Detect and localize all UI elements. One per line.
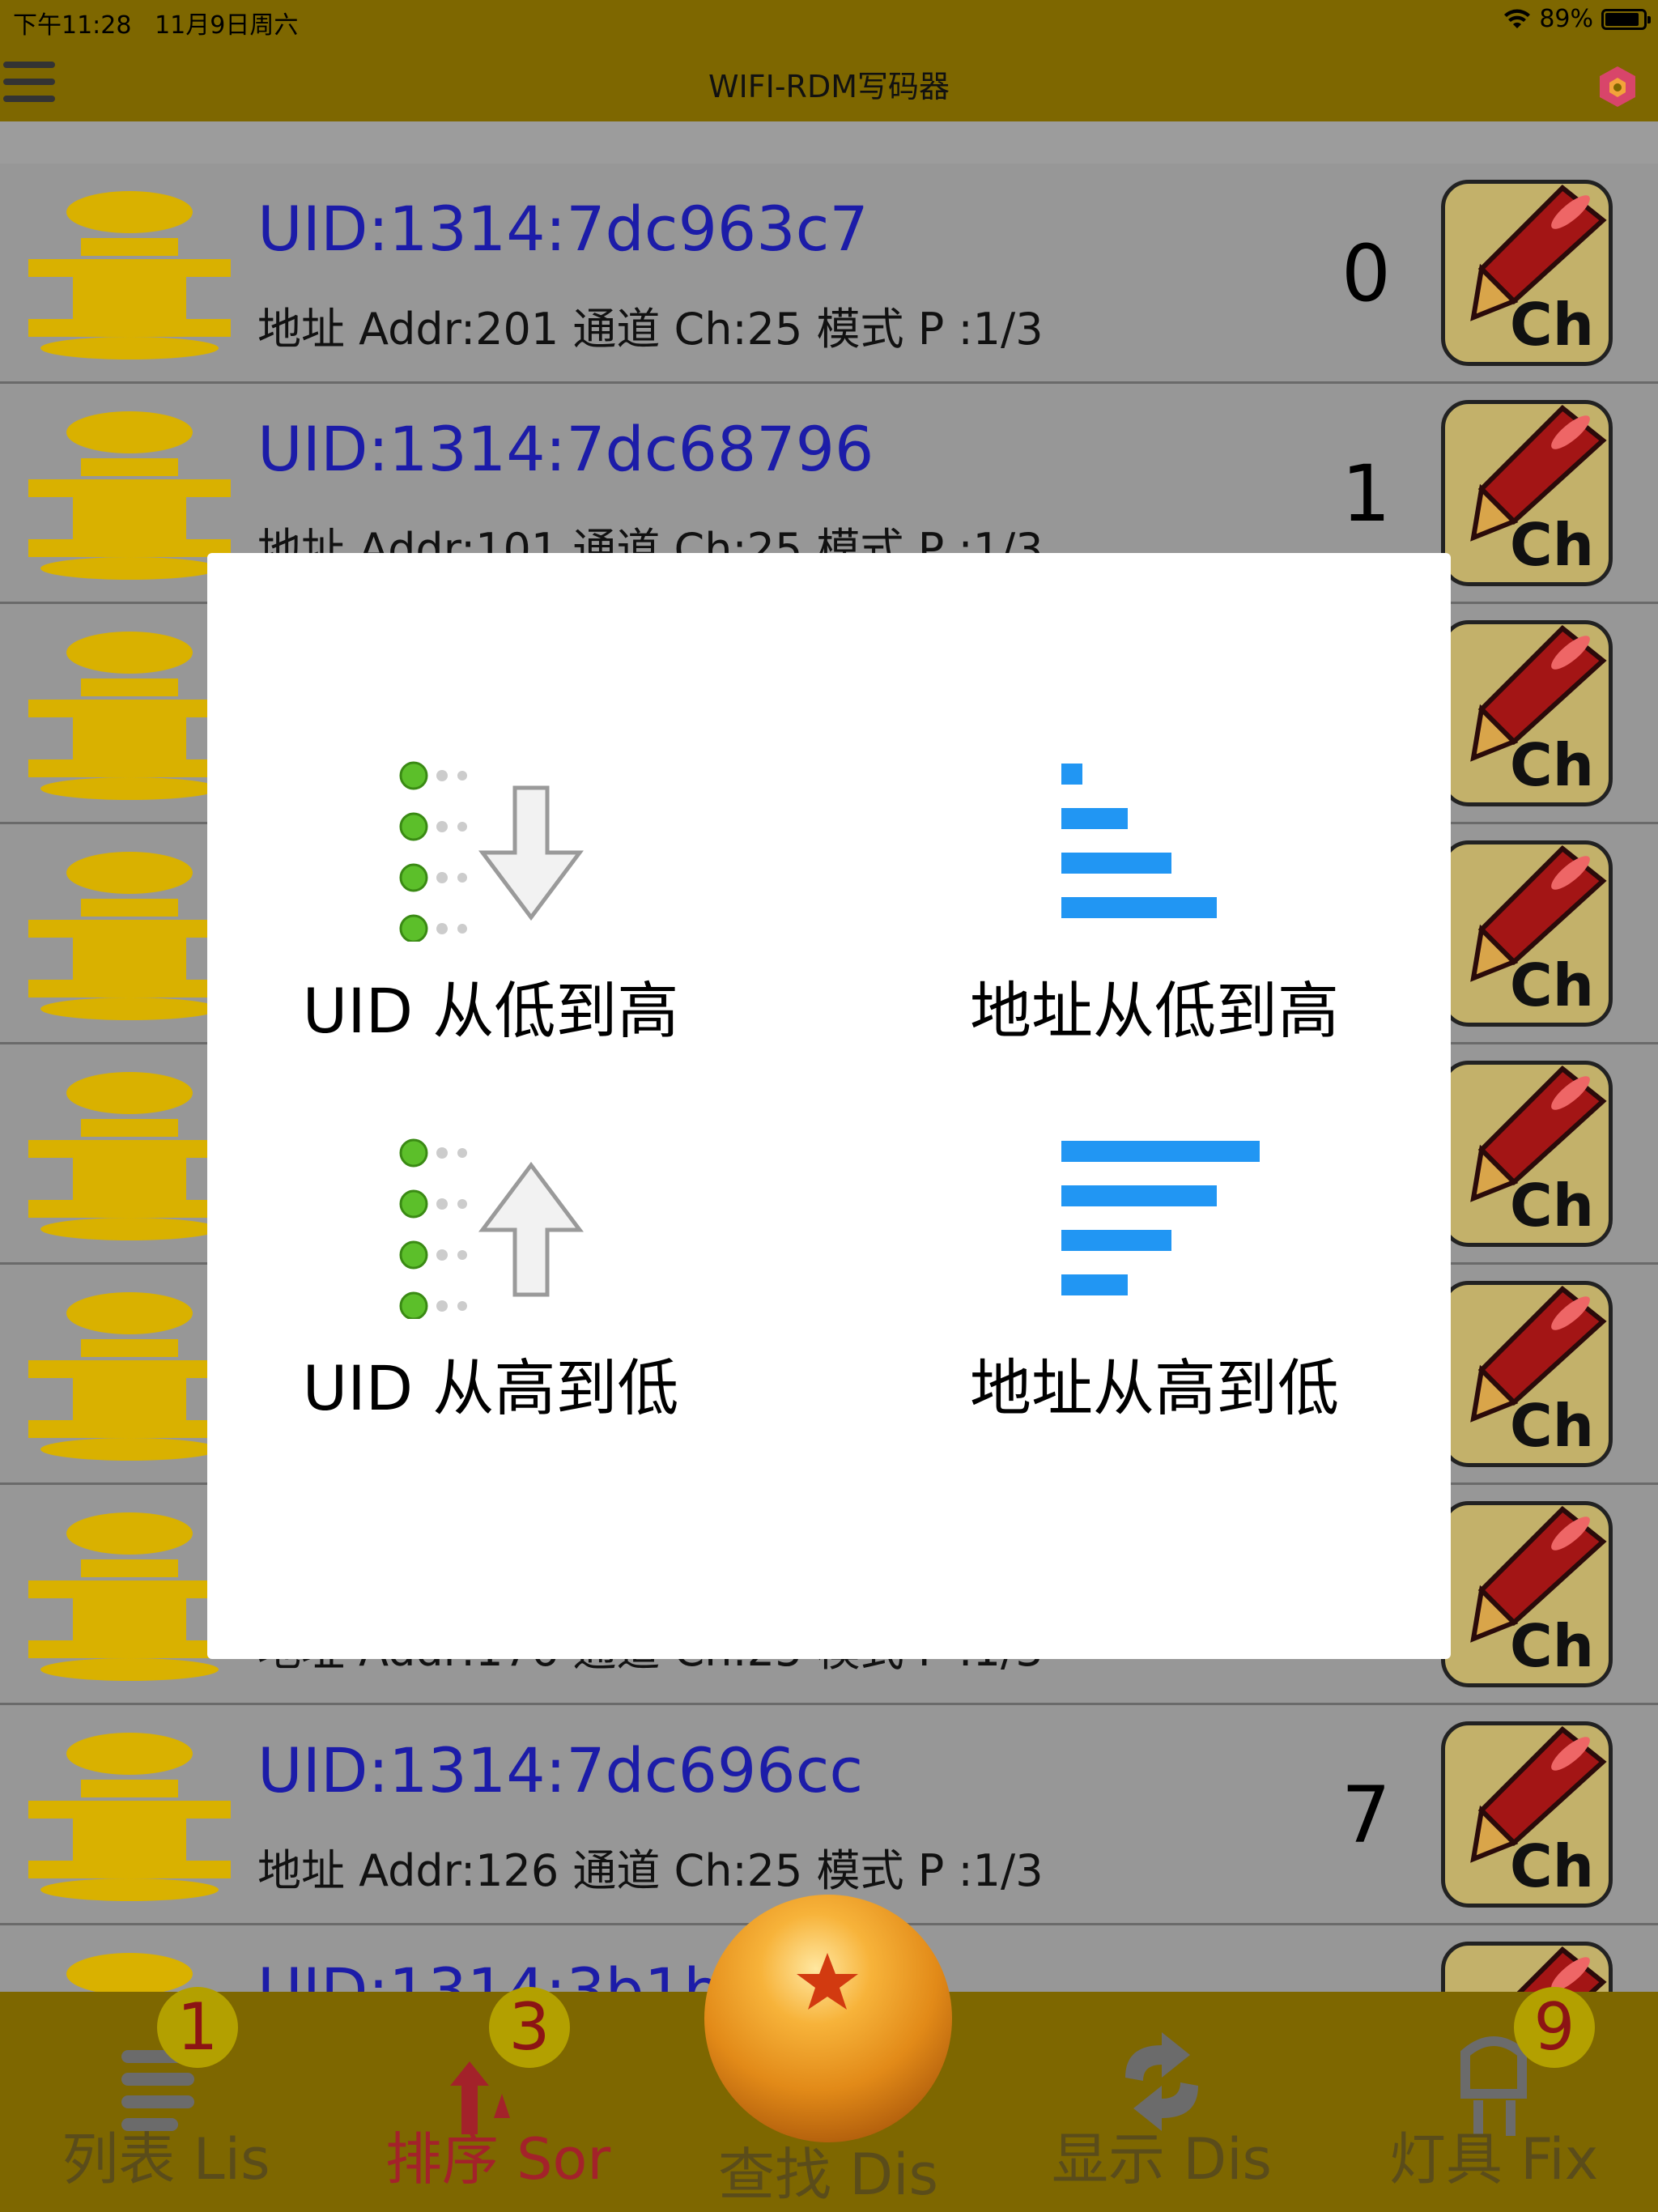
star-icon <box>797 1953 858 2010</box>
discover-ball-button[interactable] <box>704 1895 952 2142</box>
bar-segment <box>1061 764 1082 785</box>
sort-addr-asc-label: 地址从低到高 <box>970 975 1339 1047</box>
bar-segment <box>1061 1185 1217 1206</box>
tab-fixture[interactable]: 9 灯具 Fix <box>1328 1987 1658 2212</box>
list-arrow-down-icon <box>399 761 584 943</box>
list-arrow-up-icon <box>399 1138 584 1321</box>
bar-segment <box>1061 853 1171 874</box>
sort-uid-asc-option[interactable]: UID 从低到高 <box>272 755 709 1050</box>
sort-uid-asc-label: UID 从低到高 <box>302 975 679 1047</box>
bars-ascending-icon <box>1061 764 1261 963</box>
tab-discover-label[interactable]: 查找 Dis <box>704 2129 952 2211</box>
bar-segment <box>1061 897 1217 918</box>
tab-fixture-label: 灯具 Fix <box>1388 2126 1599 2193</box>
tab-list[interactable]: 1 列表 Lis <box>0 1987 332 2212</box>
bar-segment <box>1061 808 1128 829</box>
tab-list-badge: 1 <box>157 1987 238 2068</box>
bar-segment <box>1061 1274 1128 1295</box>
sort-addr-desc-label: 地址从高到低 <box>970 1352 1339 1424</box>
bar-segment <box>1061 1141 1261 1162</box>
tab-sort-label: 排序 Sor <box>385 2126 611 2193</box>
tab-display[interactable]: 显示 Dis <box>996 1992 1328 2212</box>
tab-display-label: 显示 Dis <box>1051 2126 1273 2193</box>
sort-addr-desc-option[interactable]: 地址从高到低 <box>936 1133 1373 1427</box>
tab-list-label: 列表 Lis <box>62 2126 270 2193</box>
bar-segment <box>1061 1230 1171 1251</box>
sort-uid-desc-option[interactable]: UID 从高到低 <box>272 1133 709 1427</box>
sort-addr-asc-option[interactable]: 地址从低到高 <box>936 755 1373 1050</box>
sort-dialog: UID 从低到高 地址从低到高 UID 从高到低 地址从高到低 <box>207 553 1451 1659</box>
tab-sort[interactable]: 3 排序 Sor <box>332 1987 664 2212</box>
tab-fixture-badge: 9 <box>1514 1987 1595 2068</box>
tab-sort-badge: 3 <box>489 1987 570 2068</box>
bars-descending-icon <box>1061 1141 1261 1340</box>
sort-uid-desc-label: UID 从高到低 <box>302 1352 679 1424</box>
